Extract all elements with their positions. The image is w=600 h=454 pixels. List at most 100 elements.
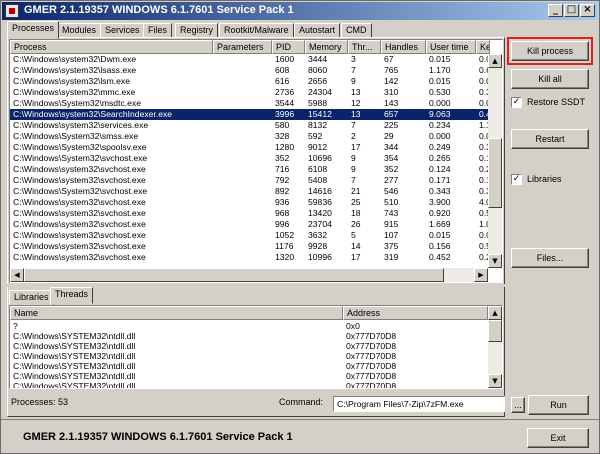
threads-scroll-thumb[interactable]: [488, 320, 502, 342]
process-cell: 17: [351, 142, 361, 152]
browse-label: ...: [514, 400, 522, 410]
scroll-right-arrow-icon[interactable]: ▶: [474, 268, 488, 282]
process-list-hscroll[interactable]: ◀ ▶: [10, 268, 488, 282]
process-row-selected[interactable]: C:\Windows\system32\SearchIndexer.exe 399…: [10, 109, 490, 120]
thread-row[interactable]: C:\Windows\SYSTEM32\ntdll.dll 0x777D70D8: [10, 381, 488, 388]
title-bar[interactable]: GMER 2.1.19357 WINDOWS 6.1.7601 Service …: [2, 2, 598, 20]
tab-files[interactable]: Files: [143, 23, 173, 38]
process-cell: 0.000: [429, 131, 451, 141]
process-cell: 319: [384, 252, 399, 262]
process-row[interactable]: C:\Windows\system32\svchost.exe 1052 3632 5…: [10, 230, 490, 241]
process-cell: C:\Windows\system32\svchost.exe: [13, 197, 146, 207]
threads-column-header[interactable]: Name: [10, 306, 343, 320]
process-column-header[interactable]: Handles: [381, 40, 426, 54]
process-cell: 3: [351, 54, 356, 64]
process-row[interactable]: C:\Windows\system32\svchost.exe 996 23704 2…: [10, 219, 490, 230]
kill-all-label: Kill all: [538, 74, 562, 84]
close-button[interactable]: ×: [580, 4, 595, 17]
process-cell: 354: [384, 153, 399, 163]
scroll-left-arrow-icon[interactable]: ◀: [10, 268, 24, 282]
process-row[interactable]: C:\Windows\system32\mmc.exe 2736 24304 13 31…: [10, 87, 490, 98]
tab-modules[interactable]: Modules: [57, 23, 102, 38]
process-cell: 1280: [275, 142, 295, 152]
process-row[interactable]: C:\Windows\System32\smss.exe 328 592 2 29 0.0…: [10, 131, 490, 142]
window-title: GMER 2.1.19357 WINDOWS 6.1.7601 Service …: [24, 4, 294, 16]
process-row[interactable]: C:\Windows\system32\svchost.exe 716 6108 9 3…: [10, 164, 490, 175]
threads-list[interactable]: Name Address ? 0x0 C:\Windows\SYSTEM32\ntdl…: [9, 305, 503, 389]
threads-scroll-down-arrow-icon[interactable]: ▼: [488, 374, 502, 388]
process-cell: 546: [384, 186, 399, 196]
process-cell: 0.234: [429, 120, 451, 130]
tab-autostart[interactable]: Autostart: [294, 23, 341, 38]
process-cell: 24304: [308, 87, 332, 97]
process-cell: 352: [384, 164, 399, 174]
threads-list-vscroll[interactable]: ▲ ▼: [488, 306, 502, 388]
process-cell: 67: [384, 54, 394, 64]
process-cell: 8132: [308, 120, 328, 130]
scroll-down-arrow-icon[interactable]: ▼: [488, 254, 502, 268]
process-row[interactable]: C:\Windows\system32\services.exe 580 8132 7…: [10, 120, 490, 131]
process-row[interactable]: C:\Windows\system32\svchost.exe 1176 9928 1…: [10, 241, 490, 252]
process-row[interactable]: C:\Windows\system32\lsass.exe 608 8060 7 765…: [10, 65, 490, 76]
process-cell: 21: [351, 186, 361, 196]
scroll-up-arrow-icon[interactable]: ▲: [488, 54, 502, 68]
process-column-header[interactable]: Parameters: [213, 40, 272, 54]
maximize-button[interactable]: □: [564, 4, 579, 17]
process-column-header[interactable]: Ker: [476, 40, 490, 54]
process-list[interactable]: Process Parameters PID Memory Thr... Handles U…: [9, 39, 503, 283]
process-row[interactable]: C:\Windows\System32\svchost.exe 892 14616 2…: [10, 186, 490, 197]
process-cell: 17: [351, 252, 361, 262]
minimize-button[interactable]: _: [548, 4, 563, 17]
process-row[interactable]: C:\Windows\system32\svchost.exe 968 13420 1…: [10, 208, 490, 219]
process-cell: C:\Windows\system32\svchost.exe: [13, 208, 146, 218]
process-column-header[interactable]: PID: [272, 40, 305, 54]
process-cell: 1.669: [429, 219, 451, 229]
subtab-libraries[interactable]: Libraries: [9, 290, 54, 305]
hscroll-thumb[interactable]: [24, 268, 444, 282]
kill-all-button[interactable]: Kill all: [511, 69, 589, 89]
browse-button[interactable]: ...: [511, 397, 525, 413]
subtab-threads[interactable]: Threads: [50, 287, 94, 304]
thread-cell: C:\Windows\SYSTEM32\ntdll.dll: [13, 331, 136, 341]
libraries-checkbox[interactable]: ✓ Libraries: [511, 173, 597, 187]
exit-button[interactable]: Exit: [527, 428, 589, 448]
process-row[interactable]: C:\Windows\system32\svchost.exe 792 5408 7 2…: [10, 175, 490, 186]
process-column-header[interactable]: Memory: [305, 40, 348, 54]
restart-button[interactable]: Restart: [511, 129, 589, 149]
process-cell: 277: [384, 175, 399, 185]
tab-rootkit-malware[interactable]: Rootkit/Malware: [219, 23, 294, 38]
process-column-header[interactable]: Process: [10, 40, 213, 54]
process-row[interactable]: C:\Windows\system32\svchost.exe 936 59836 2…: [10, 197, 490, 208]
process-row[interactable]: C:\Windows\system32\lsm.exe 616 2656 9 142 0.…: [10, 76, 490, 87]
libraries-check-icon[interactable]: ✓: [511, 174, 522, 185]
tab-processes[interactable]: Processes: [7, 21, 60, 39]
tab-cmd[interactable]: CMD: [341, 23, 372, 38]
process-cell: 0.920: [429, 208, 451, 218]
tab-services[interactable]: Services: [100, 23, 145, 38]
process-cell: C:\Windows\system32\lsass.exe: [13, 65, 137, 75]
process-cell: 14616: [308, 186, 332, 196]
process-cell: 59836: [308, 197, 332, 207]
files-button[interactable]: Files...: [511, 248, 589, 268]
process-row[interactable]: C:\Windows\System32\msdtc.exe 3544 5988 12 1…: [10, 98, 490, 109]
process-list-vscroll[interactable]: ▲ ▼: [488, 54, 502, 268]
process-cell: C:\Windows\system32\Dwm.exe: [13, 54, 137, 64]
threads-column-header[interactable]: Address: [343, 306, 488, 320]
thread-cell: C:\Windows\SYSTEM32\ntdll.dll: [13, 351, 136, 361]
process-cell: 892: [275, 186, 290, 196]
process-cell: 7: [351, 120, 356, 130]
process-row[interactable]: C:\Windows\system32\svchost.exe 1320 10996…: [10, 252, 490, 263]
command-input[interactable]: C:\Program Files\7-Zip\7zFM.exe: [333, 396, 505, 412]
restore-ssdt-check-icon[interactable]: ✓: [511, 97, 522, 108]
scroll-thumb[interactable]: [488, 138, 502, 208]
process-row[interactable]: C:\Windows\system32\Dwm.exe 1600 3444 3 67 0.…: [10, 54, 490, 65]
process-row[interactable]: C:\Windows\System32\svchost.exe 352 10696 9…: [10, 153, 490, 164]
threads-scroll-up-arrow-icon[interactable]: ▲: [488, 306, 502, 320]
process-row[interactable]: C:\Windows\System32\spoolsv.exe 1280 9012 1…: [10, 142, 490, 153]
tab-registry[interactable]: Registry: [175, 23, 219, 38]
run-button[interactable]: Run: [528, 395, 589, 415]
restore-ssdt-checkbox[interactable]: ✓ Restore SSDT: [511, 96, 597, 110]
process-column-header[interactable]: Thr...: [348, 40, 381, 54]
process-cell: 9.063: [429, 109, 451, 119]
process-column-header[interactable]: User time: [426, 40, 476, 54]
